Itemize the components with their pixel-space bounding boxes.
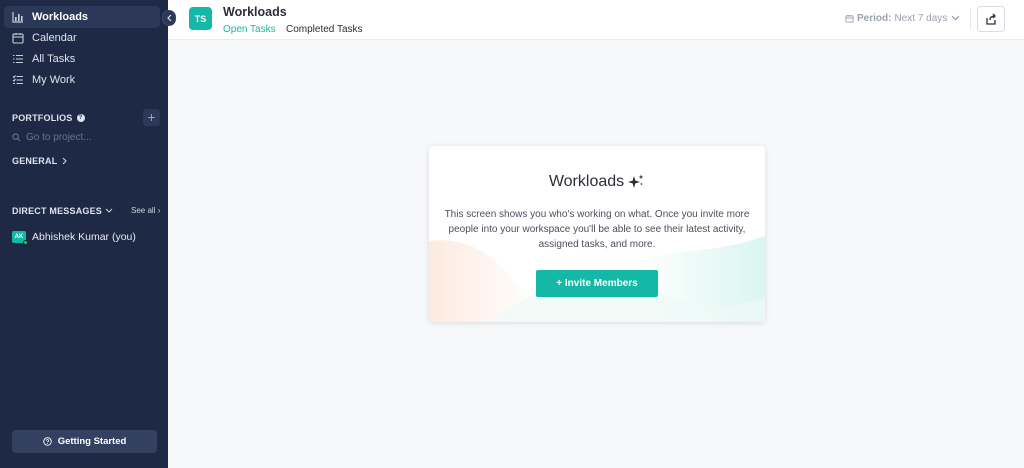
dm-user-name: Abhishek Kumar (you) — [32, 231, 136, 243]
help-icon[interactable]: ? — [76, 114, 85, 122]
search-icon — [12, 132, 21, 142]
header-divider — [970, 8, 971, 30]
chevron-right-icon — [62, 157, 68, 165]
sidebar-item-label: All Tasks — [32, 53, 76, 65]
period-value: Next 7 days — [894, 13, 948, 24]
bar-chart-icon — [12, 11, 24, 23]
sidebar: Workloads Calendar All Tasks My Work POR… — [0, 0, 168, 468]
sidebar-item-my-work[interactable]: My Work — [4, 69, 160, 91]
add-portfolio-button[interactable]: + — [143, 109, 160, 126]
collapse-sidebar-button[interactable] — [162, 10, 176, 26]
sidebar-item-all-tasks[interactable]: All Tasks — [4, 48, 160, 70]
workloads-empty-state-card: Workloads This screen shows you who's wo… — [429, 146, 765, 322]
getting-started-button[interactable]: Getting Started — [12, 430, 157, 453]
calendar-icon — [845, 14, 854, 23]
tab-completed-tasks[interactable]: Completed Tasks — [286, 24, 363, 35]
invite-members-button[interactable]: + Invite Members — [536, 270, 658, 297]
period-selector[interactable]: Period: Next 7 days — [845, 13, 963, 24]
dm-user-item[interactable]: AK Abhishek Kumar (you) — [12, 231, 136, 245]
card-description: This screen shows you who's working on w… — [444, 209, 750, 250]
list-icon — [12, 53, 24, 65]
chevron-down-icon — [951, 14, 963, 23]
page-title: Workloads — [223, 5, 287, 19]
page-header: TS Workloads Open Tasks Completed Tasks … — [168, 0, 1024, 40]
portfolios-section-label: PORTFOLIOS ? — [12, 113, 85, 123]
tab-open-tasks[interactable]: Open Tasks — [223, 24, 276, 35]
sidebar-item-calendar[interactable]: Calendar — [4, 27, 160, 49]
sidebar-item-label: My Work — [32, 74, 76, 86]
chevron-left-icon — [166, 14, 172, 22]
direct-messages-section[interactable]: DIRECT MESSAGES — [12, 206, 113, 216]
sparkle-icon — [628, 174, 644, 188]
sidebar-item-label: Workloads — [32, 11, 89, 23]
see-all-link[interactable]: See all › — [131, 206, 160, 215]
share-icon — [986, 13, 996, 25]
general-section[interactable]: GENERAL — [12, 156, 68, 166]
calendar-icon — [12, 32, 24, 44]
sidebar-item-label: Calendar — [32, 32, 77, 44]
chevron-right-icon: › — [157, 206, 161, 215]
project-search-input[interactable]: Go to project... — [26, 132, 92, 143]
card-title: Workloads — [429, 173, 765, 191]
chevron-down-icon — [105, 208, 113, 214]
period-label: Period: — [857, 13, 892, 24]
share-button[interactable] — [977, 6, 1005, 32]
avatar: AK — [12, 231, 28, 245]
workspace-avatar[interactable]: TS — [189, 7, 212, 30]
online-status-dot — [23, 240, 28, 245]
project-search[interactable]: Go to project... — [12, 130, 160, 144]
help-circle-icon — [42, 437, 52, 446]
checklist-icon — [12, 74, 24, 86]
sidebar-item-workloads[interactable]: Workloads — [4, 6, 160, 28]
